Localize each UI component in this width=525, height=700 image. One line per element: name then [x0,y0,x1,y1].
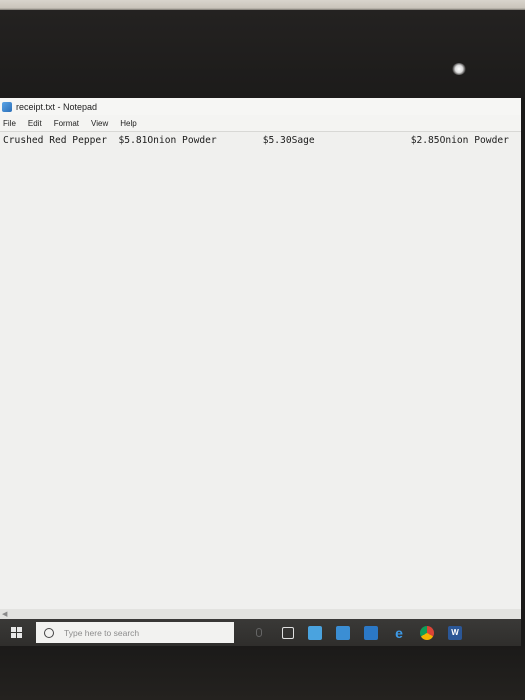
horizontal-scrollbar[interactable]: ◀ [0,609,521,619]
document-line-1: Crushed Red Pepper $5.81Onion Powder $5.3… [3,135,519,146]
store-icon[interactable] [308,625,322,640]
menu-view[interactable]: View [91,119,108,128]
word-icon[interactable]: W [448,625,462,640]
menu-bar: File Edit Format View Help [0,115,521,131]
scroll-left-icon[interactable]: ◀ [2,610,7,618]
menu-help[interactable]: Help [120,119,136,128]
notepad-icon [2,101,12,112]
menu-file[interactable]: File [3,119,16,128]
mail-icon[interactable] [364,625,378,640]
search-circle-icon [44,627,54,638]
search-input[interactable] [62,626,216,639]
photo-scene: receipt.txt - Notepad File Edit Format V… [0,0,525,700]
menu-format[interactable]: Format [54,119,79,128]
microphone-icon[interactable] [256,628,262,637]
monitor-bezel-right [521,98,525,646]
start-button[interactable] [0,619,32,646]
monitor-bezel-bottom [0,646,525,700]
file-explorer-icon[interactable] [336,625,350,640]
chrome-icon[interactable] [420,625,434,640]
window-titlebar[interactable]: receipt.txt - Notepad [0,98,521,115]
monitor-bezel-top [0,10,525,98]
text-segment-2: $5.30Sage [262,135,315,146]
menu-edit[interactable]: Edit [28,119,42,128]
text-segment-1: Crushed Red Pepper $5.81Onion Powder [3,135,217,146]
task-view-icon[interactable] [282,626,294,639]
window-title: receipt.txt - Notepad [16,101,98,112]
taskbar-search[interactable] [36,622,234,643]
windows-logo-icon [10,627,22,638]
edge-icon[interactable]: e [392,626,406,640]
screen: receipt.txt - Notepad File Edit Format V… [0,98,521,646]
text-segment-3: $2.85Onion Powder [410,135,509,146]
taskbar: e W [0,619,521,646]
webcam-light-icon [452,63,466,75]
text-editor[interactable]: Crushed Red Pepper $5.81Onion Powder $5.3… [0,131,521,610]
